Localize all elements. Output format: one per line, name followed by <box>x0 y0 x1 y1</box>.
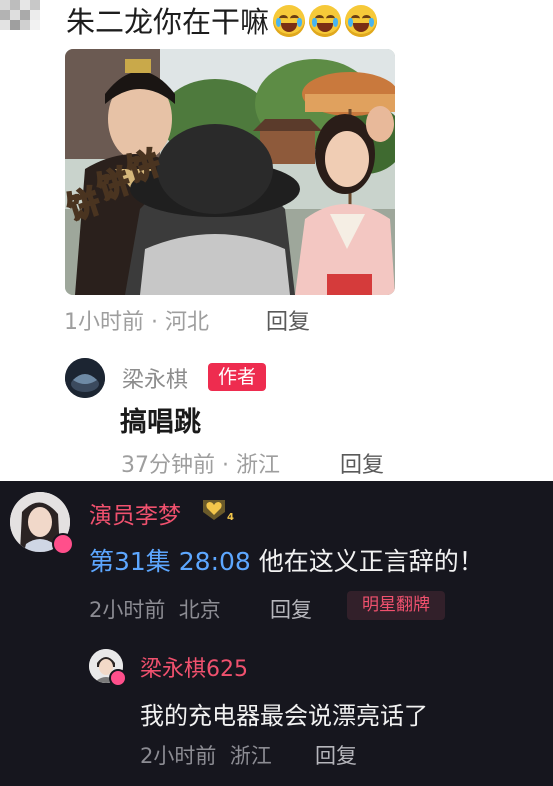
reply-text: 我的充电器最会说漂亮话了 <box>140 702 428 730</box>
author-name[interactable]: 梁永棋625 <box>140 651 248 683</box>
verified-icon <box>109 669 127 687</box>
reply-button[interactable]: 回复 <box>315 740 357 770</box>
comment-time-location: 2小时前 北京 <box>89 594 221 624</box>
reply-time: 2小时前 <box>140 744 217 768</box>
reply-button[interactable]: 回复 <box>270 594 312 624</box>
scene-illustration: 饼 饼 饼 <box>65 49 395 295</box>
author-badge: 作者 <box>208 363 266 391</box>
comment-body: 他在这义正言辞的！ <box>250 547 484 576</box>
crying-laughing-emoji-icon <box>345 5 378 37</box>
reply-time-location: 37分钟前 · 浙江 <box>121 453 280 478</box>
comment-location: 北京 <box>178 598 221 622</box>
reply-text: 搞唱跳 <box>120 407 201 438</box>
verified-icon <box>52 533 74 555</box>
avatar[interactable] <box>65 358 105 398</box>
author-name[interactable]: 梁永棋 <box>122 362 188 394</box>
comment-body: 朱二龙你在干嘛 <box>66 5 270 39</box>
fan-level-heart-icon: 4 <box>199 496 235 523</box>
reply-location: 浙江 <box>229 744 272 768</box>
crying-laughing-emoji-icon <box>309 5 342 37</box>
reply-button[interactable]: 回复 <box>266 304 310 336</box>
fan-level-number: 4 <box>227 512 234 522</box>
comment-time: 2小时前 <box>89 598 166 622</box>
crying-laughing-emoji-icon <box>273 5 306 37</box>
dark-comment-thread <box>0 481 553 786</box>
episode-timestamp-link[interactable]: 第31集 28:08 <box>89 547 251 576</box>
author-name[interactable]: 演员李梦 <box>89 496 181 530</box>
comment-text: 第31集 28:08 他在这义正言辞的！ <box>89 542 484 578</box>
avatar-image <box>65 358 105 398</box>
avatar[interactable] <box>0 0 46 38</box>
star-reply-tag: 明星翻牌 <box>347 591 445 620</box>
heart-icon: 4 <box>203 500 234 523</box>
reply-time-location: 2小时前 浙江 <box>140 740 272 770</box>
comment-image[interactable]: 饼 饼 饼 <box>65 49 395 295</box>
comment-text: 朱二龙你在干嘛 <box>66 4 378 40</box>
comment-time-location: 1小时前 · 河北 <box>64 310 209 335</box>
reply-button[interactable]: 回复 <box>340 447 384 479</box>
